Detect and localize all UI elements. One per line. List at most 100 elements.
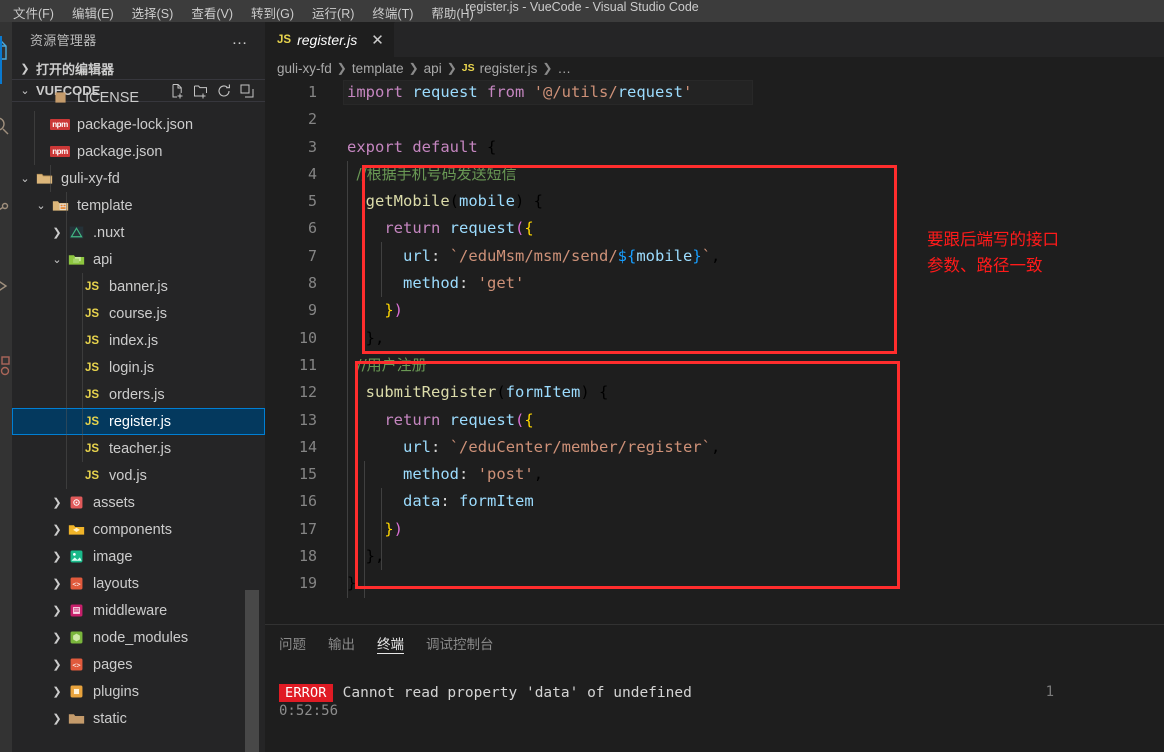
menu-item-0[interactable]: 文件(F): [4, 7, 63, 22]
breadcrumb-item-2[interactable]: api: [424, 61, 442, 76]
tree-item[interactable]: JS course.js: [12, 300, 265, 327]
chevron-right-icon[interactable]: ❯: [50, 712, 64, 725]
search-icon[interactable]: [0, 114, 12, 138]
tree-item[interactable]: npm package-lock.json: [12, 111, 265, 138]
chevron-right-icon[interactable]: ❯: [50, 550, 64, 563]
explorer-more-actions-icon[interactable]: …: [232, 31, 260, 49]
tree-indent-guide: [50, 165, 51, 192]
chevron-right-icon[interactable]: ❯: [50, 685, 64, 698]
line-number: 18: [298, 547, 317, 566]
chevron-right-icon[interactable]: ❯: [50, 604, 64, 617]
code-editor[interactable]: 1 import request from '@/utils/request' 2 3…: [265, 79, 1164, 624]
js-icon: JS: [84, 469, 100, 482]
code-line: 18 },: [265, 543, 1164, 570]
tree-item[interactable]: LICENSE: [12, 84, 265, 111]
folder-open-icon: [32, 170, 56, 187]
panel-tab-3[interactable]: 调试控制台: [426, 625, 494, 660]
chevron-right-icon[interactable]: ❯: [50, 658, 64, 671]
chevron-right-icon[interactable]: ❯: [50, 523, 64, 536]
tree-item[interactable]: ❯ <> layouts: [12, 570, 265, 597]
tree-item[interactable]: ❯ components: [12, 516, 265, 543]
breadcrumb-item-1[interactable]: template: [352, 61, 404, 76]
js-icon: JS: [84, 415, 100, 428]
code-text: data: formItem: [403, 492, 534, 511]
tree-item[interactable]: ⌄ api: [12, 246, 265, 273]
folder-nuxt-icon: [64, 224, 88, 241]
line-number: 14: [298, 437, 317, 456]
panel-tab-1[interactable]: 输出: [328, 625, 355, 660]
remote-explorer-icon[interactable]: [0, 422, 12, 446]
breadcrumb[interactable]: guli-xy-fd ❯ template ❯ api ❯ JS register.js ❯…: [265, 57, 1164, 79]
line-number: 12: [298, 383, 317, 402]
menu-item-2[interactable]: 选择(S): [123, 7, 183, 22]
tree-item[interactable]: JS login.js: [12, 354, 265, 381]
npm-icon: npm: [50, 146, 70, 157]
menu-item-5[interactable]: 运行(R): [303, 7, 363, 22]
folder-node-icon: [64, 629, 88, 646]
chevron-right-icon: ❯: [446, 61, 457, 75]
panel-tab-0[interactable]: 问题: [279, 625, 306, 660]
close-icon[interactable]: ✕: [371, 33, 384, 48]
tree-item[interactable]: ❯ assets: [12, 489, 265, 516]
tree-item[interactable]: JS index.js: [12, 327, 265, 354]
menu-item-1[interactable]: 编辑(E): [63, 7, 123, 22]
tree-item[interactable]: ❯ static: [12, 705, 265, 732]
tree-item[interactable]: npm package.json: [12, 138, 265, 165]
breadcrumb-item-3[interactable]: register.js: [480, 61, 538, 76]
annotation-text: 要跟后端写的接口 参数、路径一致: [927, 230, 1059, 275]
sidebar-scrollbar[interactable]: [245, 590, 259, 752]
tab-register-js[interactable]: JS register.js ✕: [265, 22, 395, 57]
terminal-body[interactable]: ERROR Cannot read property 'data' of und…: [265, 660, 1164, 719]
panel-tab-2[interactable]: 终端: [377, 625, 404, 660]
breadcrumb-item-0[interactable]: guli-xy-fd: [277, 61, 332, 76]
folder-template-icon: [48, 197, 72, 214]
line-number: 17: [298, 519, 317, 538]
editor-indent-guide: [381, 242, 382, 297]
tree-item[interactable]: JS vod.js: [12, 462, 265, 489]
tree-item[interactable]: JS banner.js: [12, 273, 265, 300]
tree-item[interactable]: ❯ <> pages: [12, 651, 265, 678]
code-text: }: [347, 574, 357, 593]
license-icon: [48, 89, 72, 106]
menu-bar[interactable]: 文件(F) 编辑(E) 选择(S) 查看(V) 转到(G) 运行(R) 终端(T) 帮助(H): [0, 0, 483, 22]
activity-bar[interactable]: [0, 22, 12, 752]
tree-item-label: teacher.js: [109, 440, 172, 457]
tree-item[interactable]: JS teacher.js: [12, 435, 265, 462]
explorer-title-bar: 资源管理器 …: [12, 22, 265, 57]
file-tree[interactable]: LICENSE npm package-lock.json npm package.js…: [12, 84, 265, 732]
code-line: 17 }): [265, 516, 1164, 543]
tree-item[interactable]: ⌄ template: [12, 192, 265, 219]
tree-item-label: pages: [93, 656, 133, 673]
tree-item[interactable]: ❯ .nuxt: [12, 219, 265, 246]
run-debug-icon[interactable]: [0, 274, 12, 298]
tree-item[interactable]: ❯ plugins: [12, 678, 265, 705]
open-editors-section[interactable]: ❯ 打开的编辑器: [12, 57, 265, 79]
menu-item-6[interactable]: 终端(T): [363, 7, 422, 22]
bottom-panel: 问题 输出 终端 调试控制台 ERROR Cannot read property '…: [265, 624, 1164, 752]
chevron-right-icon[interactable]: ❯: [50, 226, 64, 239]
js-icon: JS: [84, 334, 100, 347]
chevron-right-icon[interactable]: ❯: [50, 631, 64, 644]
tree-item[interactable]: JS orders.js: [12, 381, 265, 408]
chevron-down-icon[interactable]: ⌄: [18, 172, 32, 185]
code-text: export default {: [347, 137, 497, 156]
code-text: return request({: [384, 410, 534, 429]
chevron-right-icon[interactable]: ❯: [50, 496, 64, 509]
tree-item[interactable]: ❯ image: [12, 543, 265, 570]
svg-text:<>: <>: [72, 661, 80, 669]
chevron-right-icon[interactable]: ❯: [50, 577, 64, 590]
extensions-icon[interactable]: [0, 354, 12, 378]
tree-item[interactable]: ❯ node_modules: [12, 624, 265, 651]
code-content[interactable]: 1 import request from '@/utils/request' 2 3…: [265, 79, 1164, 598]
tree-item-selected[interactable]: JS register.js: [12, 408, 265, 435]
breadcrumb-item-4[interactable]: …: [557, 61, 571, 76]
folder-middleware-icon: [64, 602, 88, 619]
chevron-down-icon[interactable]: ⌄: [50, 253, 64, 266]
menu-item-4[interactable]: 转到(G): [242, 7, 303, 22]
menu-item-3[interactable]: 查看(V): [182, 7, 242, 22]
menu-item-7[interactable]: 帮助(H): [422, 7, 482, 22]
source-control-icon[interactable]: [0, 194, 12, 218]
tree-item[interactable]: ❯ middleware: [12, 597, 265, 624]
chevron-down-icon[interactable]: ⌄: [34, 199, 48, 212]
panel-tabs[interactable]: 问题 输出 终端 调试控制台: [265, 625, 1164, 660]
